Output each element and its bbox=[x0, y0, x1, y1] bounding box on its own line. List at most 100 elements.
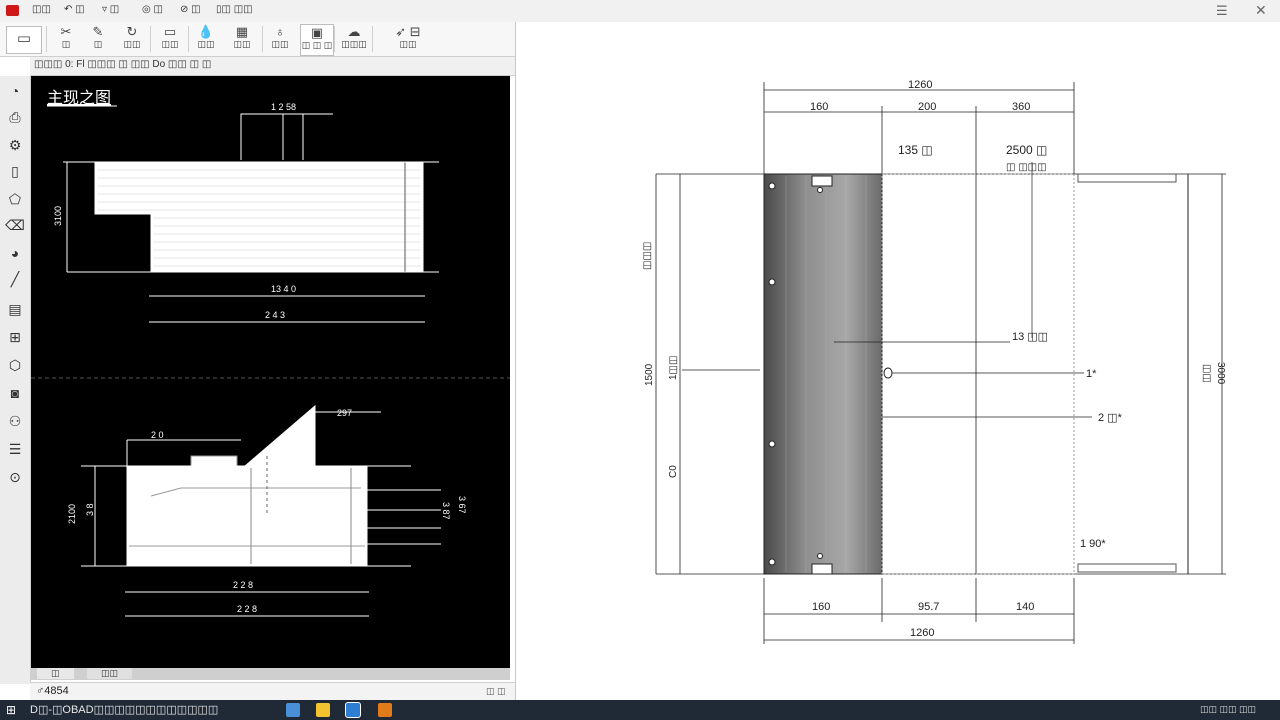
camera-icon[interactable]: ◙ bbox=[4, 382, 26, 404]
qa-item-5[interactable]: ⊘ ◫ bbox=[180, 4, 201, 15]
cloud-tool-label: ◫◫◫ bbox=[341, 39, 367, 49]
sheet-annotation-3: ◫ ◫◫◫ bbox=[1006, 162, 1047, 173]
app-icon[interactable] bbox=[378, 703, 392, 717]
sheet-side-dim-4: C0 bbox=[668, 465, 679, 478]
ribbon-separator bbox=[46, 26, 47, 52]
lock-icon[interactable]: ⊞ bbox=[4, 326, 26, 348]
cloud-tool-button[interactable]: ☁ ◫◫◫ bbox=[338, 24, 370, 54]
block-icon[interactable]: ⬡ bbox=[4, 354, 26, 376]
ribbon-separator bbox=[372, 26, 373, 52]
sheet-side-dim-1: ◫◫◫ bbox=[642, 242, 653, 270]
cut-tool-button[interactable]: ✂ ◫ bbox=[50, 24, 82, 54]
grid-tool-button[interactable]: ▣ ◫ ◫ ◫ bbox=[300, 24, 334, 56]
orbit-icon[interactable]: ◔ bbox=[4, 80, 26, 102]
edit-tool-button[interactable]: ✎ ◫ bbox=[82, 24, 114, 54]
metal-panel bbox=[763, 173, 883, 575]
taskbar-search-field[interactable]: D◫-◫OBAD◫◫◫◫◫◫◫◫◫◫◫◫ bbox=[30, 703, 218, 716]
hamburger-icon[interactable]: ☰ bbox=[1216, 3, 1228, 19]
sheet-dim-left-bottom: 160 bbox=[812, 601, 830, 613]
drawing-sheet: 1260 160 200 360 135 ◫ 2500 ◫ ◫ ◫◫◫ 13 ◫… bbox=[516, 22, 1280, 700]
ribbon-separator bbox=[150, 26, 151, 52]
task-view-icon[interactable] bbox=[286, 703, 300, 717]
sheet-right-dim-2: 3000 bbox=[1215, 362, 1226, 385]
coordinate-readout: ♂4854 bbox=[36, 685, 69, 697]
qa-item-2[interactable]: ↶ ◫ bbox=[64, 4, 85, 15]
sheet-dim-left-top: 160 bbox=[810, 101, 828, 113]
grid-icon: ▣ bbox=[310, 25, 324, 40]
tabstrip-text: ◫◫◫ 0: Fl ◫◫◫ ◫ ◫◫ Do ◫◫ ◫ ◫ bbox=[34, 59, 212, 70]
rotate-icon: ↻ bbox=[126, 24, 138, 39]
rotate-tool-label: ◫◫ bbox=[123, 39, 141, 49]
ribbon-toolbar: ▭ ✂ ◫ ✎ ◫ ↻ ◫◫ ▭ ◫◫ 💧 ◫◫ ▦ ◫◫ ♁ ◫◫ ▣ ◫ ◫ ◫ ☁ ◫◫◫ … bbox=[0, 22, 515, 57]
callout-3: 2 ◫* bbox=[1098, 412, 1123, 424]
table-tool-button[interactable]: ▦ ◫◫ bbox=[226, 24, 258, 54]
sheet-dim-mid-top: 200 bbox=[918, 101, 936, 113]
system-tray[interactable]: ◫◫ ◫◫ ◫◫ bbox=[1200, 704, 1256, 715]
bottom-view: 297 2 0 2100 3 8 3 87 3 67 2 2 8 2 2 8 bbox=[67, 404, 467, 617]
model-tab[interactable]: ◫ bbox=[37, 668, 74, 679]
brush-tool-label: ◫◫ bbox=[271, 39, 289, 49]
drawing-canvas[interactable]: 主现之图 1 2 58 3100 13 4 0 2 4 3 297 2 0 21… bbox=[31, 76, 510, 668]
document-tabstrip[interactable]: ◫◫◫ 0: Fl ◫◫◫ ◫ ◫◫ Do ◫◫ ◫ ◫ bbox=[30, 57, 515, 76]
line-icon[interactable]: ╱ bbox=[4, 268, 26, 290]
phone-icon[interactable]: ▯ bbox=[4, 160, 26, 182]
shape-icon[interactable]: ⬠ bbox=[4, 188, 26, 210]
qa-item-4[interactable]: ◎ ◫ bbox=[142, 4, 163, 15]
paint-icon[interactable]: ◕ bbox=[4, 242, 26, 264]
callout-2: 1* bbox=[1086, 368, 1097, 380]
ribbon-separator bbox=[188, 26, 189, 52]
cad-app-icon[interactable] bbox=[345, 702, 361, 718]
user-icon[interactable]: ⚇ bbox=[4, 410, 26, 432]
status-bar: ♂4854 ◫ ◫ bbox=[30, 682, 515, 701]
pointer-icon: ➶ ⊟ bbox=[395, 24, 421, 39]
dim-right-label-1: 3 87 bbox=[441, 502, 451, 520]
dim-top-label: 1 2 58 bbox=[271, 102, 296, 112]
monitor-button[interactable]: ▭ bbox=[6, 26, 42, 54]
database-icon[interactable]: ☰ bbox=[4, 438, 26, 460]
canvas-tabs: ◫ ◫◫ bbox=[31, 668, 510, 680]
pencil-icon: ✎ bbox=[92, 24, 104, 39]
dim-total-label: 2 4 3 bbox=[265, 310, 285, 320]
start-icon[interactable]: ⊞ bbox=[6, 703, 16, 717]
sheet-dim-right-top: 360 bbox=[1012, 101, 1030, 113]
sheet-annotation-1: 135 ◫ bbox=[898, 143, 933, 157]
status-right: ◫ ◫ bbox=[486, 686, 506, 696]
monitor-icon: ▭ bbox=[16, 30, 32, 47]
settings-icon[interactable]: ⚙ bbox=[4, 134, 26, 156]
dim-step-label: 2 0 bbox=[151, 430, 164, 440]
fill-tool-label: ◫◫ bbox=[197, 39, 215, 49]
sheet-drawing: 1260 160 200 360 135 ◫ 2500 ◫ ◫ ◫◫◫ 13 ◫… bbox=[642, 79, 1226, 644]
qa-item-1[interactable]: ◫◫ bbox=[32, 4, 51, 15]
scissors-icon: ✂ bbox=[60, 24, 72, 39]
layout-tab[interactable]: ◫◫ bbox=[87, 668, 133, 679]
qa-item-6[interactable]: ▯◫ ◫◫ bbox=[216, 4, 253, 15]
grid-tool-label: ◫ ◫ ◫ bbox=[301, 40, 333, 50]
table-icon: ▦ bbox=[235, 24, 249, 39]
pointer-tool-button[interactable]: ➶ ⊟ ◫◫ bbox=[376, 24, 440, 54]
dim-bottom-height-label: 2100 bbox=[67, 504, 77, 524]
canvas-drawing: 主现之图 1 2 58 3100 13 4 0 2 4 3 297 2 0 21… bbox=[31, 89, 510, 617]
ribbon-separator bbox=[262, 26, 263, 52]
play-icon[interactable]: ⊙ bbox=[4, 466, 26, 488]
sheet-annotation-2: 2500 ◫ bbox=[1006, 143, 1047, 157]
print-icon[interactable]: ⎙ bbox=[4, 106, 26, 128]
dim-right-label-2: 3 67 bbox=[457, 496, 467, 514]
droplet-icon: 💧 bbox=[197, 24, 215, 39]
rotate-tool-button[interactable]: ↻ ◫◫ bbox=[116, 24, 148, 54]
rectangle-icon: ▭ bbox=[163, 24, 177, 39]
qa-item-3[interactable]: ▿ ◫ bbox=[102, 4, 119, 15]
file-explorer-icon[interactable] bbox=[316, 703, 330, 717]
close-icon[interactable]: ✕ bbox=[1255, 2, 1267, 19]
eraser-icon[interactable]: ⌫ bbox=[4, 214, 26, 236]
fill-tool-button[interactable]: 💧 ◫◫ bbox=[190, 24, 222, 54]
pointer-tool-label: ◫◫ bbox=[399, 39, 417, 49]
layers-icon[interactable]: ▤ bbox=[4, 298, 26, 320]
rect-tool-label: ◫◫ bbox=[161, 39, 179, 49]
sheet-dim-right-bottom: 140 bbox=[1016, 601, 1034, 613]
brush-icon: ♁ bbox=[275, 24, 285, 39]
rect-tool-button[interactable]: ▭ ◫◫ bbox=[154, 24, 186, 54]
title-bar: ◫◫ ↶ ◫ ▿ ◫ ◎ ◫ ⊘ ◫ ▯◫ ◫◫ ☰ ✕ bbox=[0, 0, 1280, 23]
app-logo-icon bbox=[6, 5, 19, 16]
brush-tool-button[interactable]: ♁ ◫◫ bbox=[264, 24, 296, 54]
sheet-dim-total-bottom: 1260 bbox=[910, 627, 934, 639]
